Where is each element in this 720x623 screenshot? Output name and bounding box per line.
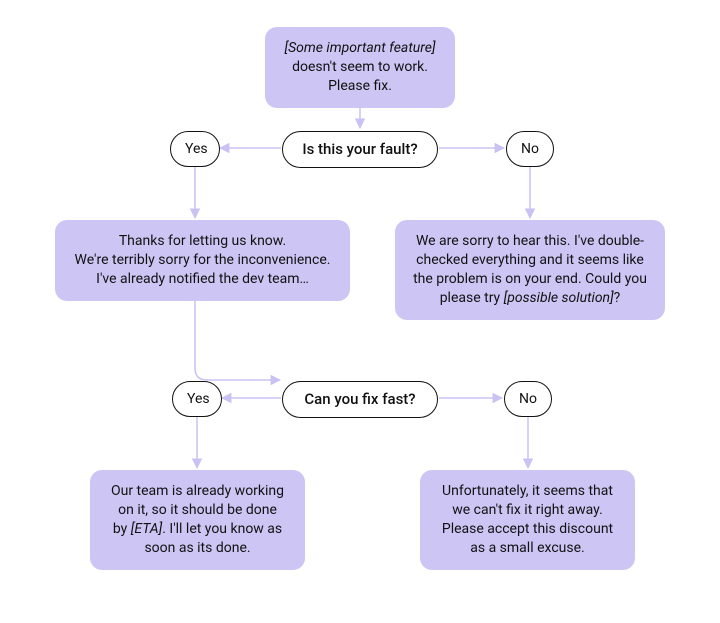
decision-fault-yes: Yes [170, 131, 220, 167]
yes2-l4: soon as its done. [144, 540, 250, 556]
decision-fault-no: No [506, 131, 554, 167]
yes1-l3: I've already notified the dev team… [96, 271, 309, 287]
decision-fix-fast-no: No [504, 381, 552, 417]
response-our-fault: Thanks for letting us know. We're terrib… [55, 220, 350, 301]
no2-l4: as a small excuse. [470, 540, 584, 556]
yes1-l1: Thanks for letting us know. [119, 233, 286, 249]
response-not-our-fault: We are sorry to hear this. I've double- … [395, 220, 665, 320]
decision-fault-label: Is this your fault? [302, 140, 417, 158]
start-line2: doesn't seem to work. [292, 59, 428, 75]
yes2-l1: Our team is already working [111, 483, 284, 499]
decision-fault: Is this your fault? [282, 131, 438, 168]
decision-fix-fast: Can you fix fast? [282, 381, 438, 418]
decision-fault-no-label: No [521, 141, 539, 157]
no1-l4: please try [possible solution]? [440, 290, 621, 306]
no2-l1: Unfortunately, it seems that [442, 483, 613, 499]
start-line1: [Some important feature] [284, 40, 435, 56]
decision-fix-fast-yes: Yes [172, 381, 222, 417]
no2-l3: Please accept this discount [442, 521, 613, 537]
response-cannot-fix: Unfortunately, it seems that we can't fi… [420, 470, 635, 570]
yes2-l3: by [ETA]. I'll let you know as [113, 521, 282, 537]
response-eta: Our team is already working on it, so it… [90, 470, 305, 570]
decision-fault-yes-label: Yes [185, 141, 208, 157]
no1-l3: the problem is on your end. Could you [413, 271, 647, 287]
start-box: [Some important feature] doesn't seem to… [265, 27, 455, 108]
decision-fix-fast-yes-label: Yes [187, 391, 210, 407]
decision-fix-fast-no-label: No [519, 391, 537, 407]
no1-l2: checked everything and it seems like [416, 252, 644, 268]
yes2-l2: on it, so it should be done [118, 502, 277, 518]
start-line3: Please fix. [328, 78, 392, 94]
decision-fix-fast-label: Can you fix fast? [304, 390, 415, 408]
no1-l1: We are sorry to hear this. I've double- [416, 233, 644, 249]
no2-l2: we can't fix it right away. [452, 502, 603, 518]
yes1-l2: We're terribly sorry for the inconvenien… [75, 252, 331, 268]
